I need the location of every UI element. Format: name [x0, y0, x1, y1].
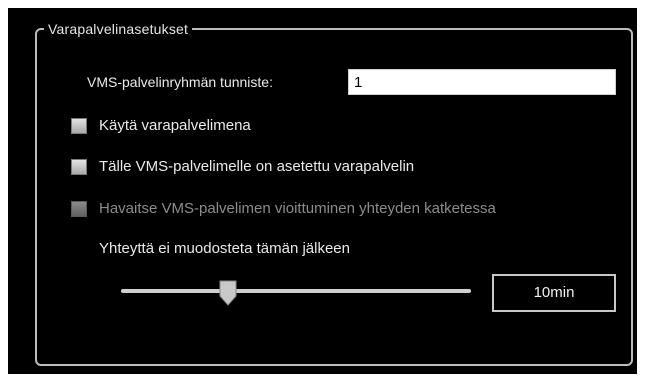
reconnect-timeout-slider-track[interactable]: [121, 289, 471, 293]
use-as-backup-label[interactable]: Käytä varapalvelimena: [99, 117, 251, 135]
reconnect-timeout-slider-thumb[interactable]: [218, 280, 238, 306]
server-group-id-input[interactable]: [348, 69, 616, 95]
use-as-backup-checkbox[interactable]: [71, 118, 87, 134]
reconnect-timeout-label: Yhteyttä ei muodosteta tämän jälkeen: [99, 240, 350, 257]
server-group-id-label: VMS-palvelinryhmän tunniste:: [87, 74, 273, 90]
backup-configured-label[interactable]: Tälle VMS-palvelimelle on asetettu varap…: [99, 158, 414, 176]
groupbox-title: Varapalvelinasetukset: [44, 20, 193, 38]
detect-failure-checkbox: [71, 201, 87, 217]
reconnect-timeout-value: 10min: [492, 274, 616, 312]
settings-panel: Varapalvelinasetukset VMS-palvelinryhmän…: [8, 8, 637, 374]
backup-configured-checkbox[interactable]: [71, 159, 87, 175]
detect-failure-label: Havaitse VMS-palvelimen vioittuminen yht…: [99, 200, 496, 217]
